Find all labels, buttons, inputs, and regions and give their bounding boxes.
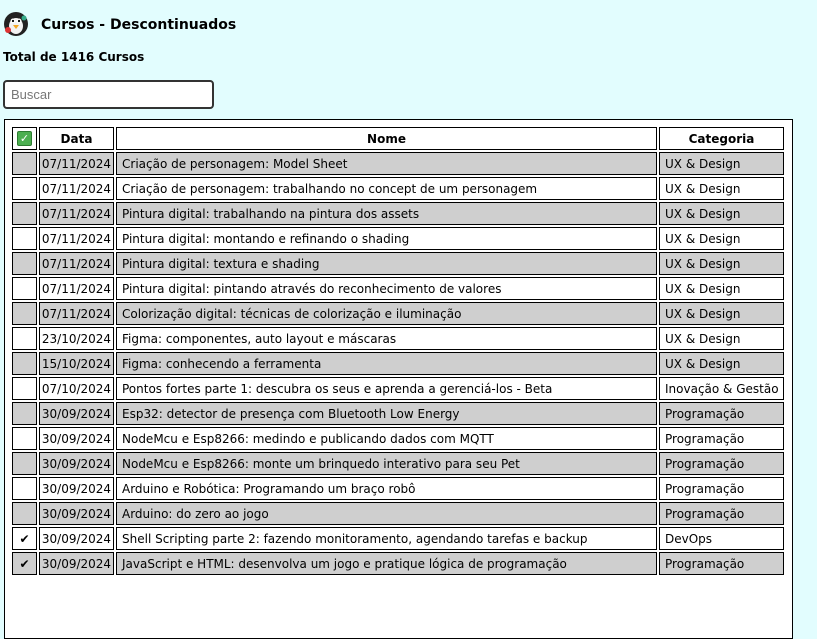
row-name: Figma: componentes, auto layout e máscar…	[116, 327, 657, 350]
row-date: 30/09/2024	[39, 427, 114, 450]
table-row[interactable]: 07/11/2024 Pintura digital: textura e sha…	[12, 252, 784, 275]
row-category: UX & Design	[659, 252, 784, 275]
table-row[interactable]: 07/11/2024 Colorização digital: técnicas …	[12, 302, 784, 325]
row-name: Shell Scripting parte 2: fazendo monitor…	[116, 527, 657, 550]
row-date: 30/09/2024	[39, 527, 114, 550]
row-name: NodeMcu e Esp8266: monte um brinquedo in…	[116, 452, 657, 475]
row-check-cell[interactable]	[12, 477, 37, 500]
search-input[interactable]	[3, 80, 214, 109]
row-check-cell[interactable]	[12, 177, 37, 200]
row-check-cell[interactable]	[12, 402, 37, 425]
row-check-cell[interactable]	[12, 302, 37, 325]
row-category: Programação	[659, 502, 784, 525]
row-date: 07/11/2024	[39, 152, 114, 175]
table-header-row: ✓ Data Nome Categoria	[12, 127, 784, 150]
row-name: Esp32: detector de presença com Bluetoot…	[116, 402, 657, 425]
row-check-cell[interactable]	[12, 502, 37, 525]
table-row[interactable]: 30/09/2024 NodeMcu e Esp8266: medindo e p…	[12, 427, 784, 450]
row-date: 30/09/2024	[39, 402, 114, 425]
row-name: Pontos fortes parte 1: descubra os seus …	[116, 377, 657, 400]
table-row[interactable]: 30/09/2024 Esp32: detector de presença co…	[12, 402, 784, 425]
table-row[interactable]: 07/11/2024 Pintura digital: pintando atra…	[12, 277, 784, 300]
row-category: UX & Design	[659, 327, 784, 350]
row-date: 30/09/2024	[39, 502, 114, 525]
row-date: 30/09/2024	[39, 452, 114, 475]
header-name[interactable]: Nome	[116, 127, 657, 150]
header-check[interactable]: ✓	[12, 127, 37, 150]
row-category: Programação	[659, 452, 784, 475]
row-name: Figma: conhecendo a ferramenta	[116, 352, 657, 375]
row-check-cell[interactable]	[12, 252, 37, 275]
row-date: 23/10/2024	[39, 327, 114, 350]
table-row[interactable]: 23/10/2024 Figma: componentes, auto layou…	[12, 327, 784, 350]
table-row[interactable]: ✔ 30/09/2024 Shell Scripting parte 2: faze…	[12, 527, 784, 550]
row-date: 07/10/2024	[39, 377, 114, 400]
row-name: JavaScript e HTML: desenvolva um jogo e …	[116, 552, 657, 575]
row-category: DevOps	[659, 527, 784, 550]
header-date[interactable]: Data	[39, 127, 114, 150]
table-row[interactable]: ✔ 30/09/2024 JavaScript e HTML: desenvolva…	[12, 552, 784, 575]
row-category: Programação	[659, 477, 784, 500]
table-row[interactable]: 07/10/2024 Pontos fortes parte 1: descubr…	[12, 377, 784, 400]
row-name: NodeMcu e Esp8266: medindo e publicando …	[116, 427, 657, 450]
row-name: Colorização digital: técnicas de coloriz…	[116, 302, 657, 325]
row-name: Pintura digital: montando e refinando o …	[116, 227, 657, 250]
row-check-cell[interactable]	[12, 327, 37, 350]
row-category: UX & Design	[659, 302, 784, 325]
row-name: Criação de personagem: Model Sheet	[116, 152, 657, 175]
row-check-cell[interactable]	[12, 452, 37, 475]
row-check-cell[interactable]	[12, 352, 37, 375]
row-category: Programação	[659, 427, 784, 450]
row-date: 07/11/2024	[39, 177, 114, 200]
row-category: UX & Design	[659, 177, 784, 200]
row-category: Programação	[659, 552, 784, 575]
row-check-cell[interactable]	[12, 202, 37, 225]
row-name: Criação de personagem: trabalhando no co…	[116, 177, 657, 200]
courses-table-container: ✓ Data Nome Categoria 07/11/2024 Criação …	[4, 119, 793, 639]
row-category: UX & Design	[659, 202, 784, 225]
check-all-icon[interactable]: ✓	[17, 131, 32, 146]
row-date: 07/11/2024	[39, 227, 114, 250]
header-category[interactable]: Categoria	[659, 127, 784, 150]
row-check-cell[interactable]	[12, 227, 37, 250]
courses-table: ✓ Data Nome Categoria 07/11/2024 Criação …	[10, 125, 786, 577]
table-row[interactable]: 07/11/2024 Pintura digital: trabalhando n…	[12, 202, 784, 225]
row-check-cell[interactable]	[12, 377, 37, 400]
row-category: Inovação & Gestão	[659, 377, 784, 400]
row-name: Pintura digital: trabalhando na pintura …	[116, 202, 657, 225]
row-check-cell[interactable]	[12, 152, 37, 175]
table-row[interactable]: 15/10/2024 Figma: conhecendo a ferramenta…	[12, 352, 784, 375]
row-check-cell[interactable]: ✔	[12, 552, 37, 575]
total-courses-count: Total de 1416 Cursos	[3, 50, 145, 64]
row-category: UX & Design	[659, 227, 784, 250]
table-row[interactable]: 30/09/2024 Arduino e Robótica: Programand…	[12, 477, 784, 500]
penguin-avatar-icon	[2, 10, 30, 38]
row-name: Pintura digital: pintando através do rec…	[116, 277, 657, 300]
row-name: Arduino: do zero ao jogo	[116, 502, 657, 525]
row-category: Programação	[659, 402, 784, 425]
row-category: UX & Design	[659, 277, 784, 300]
table-row[interactable]: 30/09/2024 Arduino: do zero ao jogo Progra…	[12, 502, 784, 525]
row-date: 15/10/2024	[39, 352, 114, 375]
table-row[interactable]: 07/11/2024 Pintura digital: montando e re…	[12, 227, 784, 250]
table-row[interactable]: 30/09/2024 NodeMcu e Esp8266: monte um br…	[12, 452, 784, 475]
page-title: Cursos - Descontinuados	[41, 17, 237, 33]
row-date: 07/11/2024	[39, 302, 114, 325]
row-date: 30/09/2024	[39, 552, 114, 575]
row-category: UX & Design	[659, 352, 784, 375]
row-name: Pintura digital: textura e shading	[116, 252, 657, 275]
row-category: UX & Design	[659, 152, 784, 175]
table-row[interactable]: 07/11/2024 Criação de personagem: Model S…	[12, 152, 784, 175]
row-check-cell[interactable]	[12, 427, 37, 450]
row-date: 07/11/2024	[39, 252, 114, 275]
row-check-cell[interactable]	[12, 277, 37, 300]
row-date: 30/09/2024	[39, 477, 114, 500]
row-check-cell[interactable]: ✔	[12, 527, 37, 550]
row-date: 07/11/2024	[39, 277, 114, 300]
row-name: Arduino e Robótica: Programando um braço…	[116, 477, 657, 500]
table-row[interactable]: 07/11/2024 Criação de personagem: trabalh…	[12, 177, 784, 200]
row-date: 07/11/2024	[39, 202, 114, 225]
